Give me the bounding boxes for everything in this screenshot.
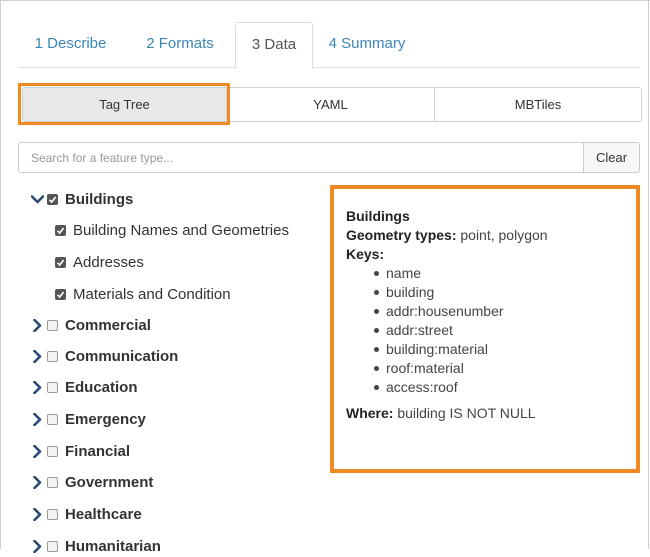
key-item: addr:housenumber — [374, 302, 636, 321]
tree-item-government[interactable]: Government — [30, 471, 153, 493]
tree-item-healthcare[interactable]: Healthcare — [30, 503, 142, 525]
tree-item-addresses[interactable]: Addresses — [55, 251, 144, 273]
chevron-right-icon[interactable] — [30, 539, 44, 553]
geometry-types-label: Geometry types: — [346, 227, 457, 243]
key-item: roof:material — [374, 359, 636, 378]
tree-item-label: Materials and Condition — [73, 285, 231, 303]
chevron-right-icon[interactable] — [30, 412, 44, 426]
keys-list: name building addr:housenumber addr:stre… — [346, 264, 636, 397]
key-item: building — [374, 283, 636, 302]
tree-item-label: Building Names and Geometries — [73, 221, 289, 239]
financial-checkbox[interactable] — [47, 445, 58, 457]
panel-border-top — [0, 0, 650, 1]
tree-item-label: Addresses — [73, 253, 144, 271]
chevron-right-icon[interactable] — [30, 318, 44, 332]
feature-search-input[interactable] — [18, 142, 584, 173]
tab-formats[interactable]: 2 Formats — [130, 22, 230, 66]
tree-item-label: Financial — [65, 442, 131, 460]
details-title: Buildings — [346, 208, 410, 224]
where-label: Where: — [346, 405, 394, 421]
addresses-checkbox[interactable] — [55, 256, 66, 268]
materials-checkbox[interactable] — [55, 288, 66, 300]
tab-describe[interactable]: 1 Describe — [18, 22, 123, 66]
communication-checkbox[interactable] — [47, 350, 58, 362]
tree-item-label: Commercial — [65, 316, 151, 334]
chevron-right-icon[interactable] — [30, 475, 44, 489]
tree-item-label: Healthcare — [65, 505, 142, 523]
panel-border-right — [648, 0, 649, 549]
tree-item-label: Communication — [65, 347, 179, 365]
tree-item-humanitarian[interactable]: Humanitarian — [30, 535, 161, 557]
chevron-down-icon[interactable] — [30, 192, 44, 206]
key-item: access:roof — [374, 378, 636, 397]
tree-item-emergency[interactable]: Emergency — [30, 408, 146, 430]
chevron-right-icon[interactable] — [30, 444, 44, 458]
chevron-right-icon[interactable] — [30, 507, 44, 521]
commercial-checkbox[interactable] — [47, 319, 58, 331]
tree-item-communication[interactable]: Communication — [30, 345, 178, 367]
tab-summary[interactable]: 4 Summary — [315, 22, 419, 66]
tree-item-label: Emergency — [65, 410, 146, 428]
key-item: addr:street — [374, 321, 636, 340]
geometry-types-value: point, polygon — [460, 227, 548, 243]
tree-item-materials[interactable]: Materials and Condition — [55, 283, 231, 305]
tree-item-label: Humanitarian — [65, 537, 161, 555]
government-checkbox[interactable] — [47, 476, 58, 488]
where-line: Where: building IS NOT NULL — [346, 404, 636, 423]
tag-tree-highlight — [18, 83, 230, 125]
keys-heading: Keys: — [346, 246, 385, 262]
humanitarian-checkbox[interactable] — [47, 540, 58, 552]
tab-data[interactable]: 3 Data — [235, 22, 313, 69]
clear-button[interactable]: Clear — [583, 142, 640, 173]
tree-item-building-names[interactable]: Building Names and Geometries — [55, 219, 289, 241]
geometry-types-line: Geometry types: point, polygon — [346, 226, 636, 245]
tree-item-label: Buildings — [65, 190, 134, 208]
tree-item-education[interactable]: Education — [30, 376, 138, 398]
key-item: building:material — [374, 340, 636, 359]
key-item: name — [374, 264, 636, 283]
education-checkbox[interactable] — [47, 381, 58, 393]
mbtiles-button[interactable]: MBTiles — [435, 88, 641, 121]
building-names-checkbox[interactable] — [55, 224, 66, 236]
tree-item-commercial[interactable]: Commercial — [30, 314, 151, 336]
where-value: building IS NOT NULL — [397, 405, 536, 421]
tree-item-buildings[interactable]: Buildings — [30, 188, 133, 210]
healthcare-checkbox[interactable] — [47, 508, 58, 520]
tree-item-financial[interactable]: Financial — [30, 440, 130, 462]
emergency-checkbox[interactable] — [47, 413, 58, 425]
panel-border-left — [0, 0, 1, 549]
feature-details-panel: Buildings Geometry types: point, polygon… — [330, 185, 640, 473]
tree-item-label: Education — [65, 378, 138, 396]
tree-item-label: Government — [65, 473, 154, 491]
chevron-right-icon[interactable] — [30, 380, 44, 394]
yaml-button[interactable]: YAML — [227, 88, 435, 121]
chevron-right-icon[interactable] — [30, 349, 44, 363]
buildings-checkbox[interactable] — [47, 193, 58, 205]
wizard-tabs: 1 Describe 2 Formats 3 Data 4 Summary — [18, 22, 640, 69]
